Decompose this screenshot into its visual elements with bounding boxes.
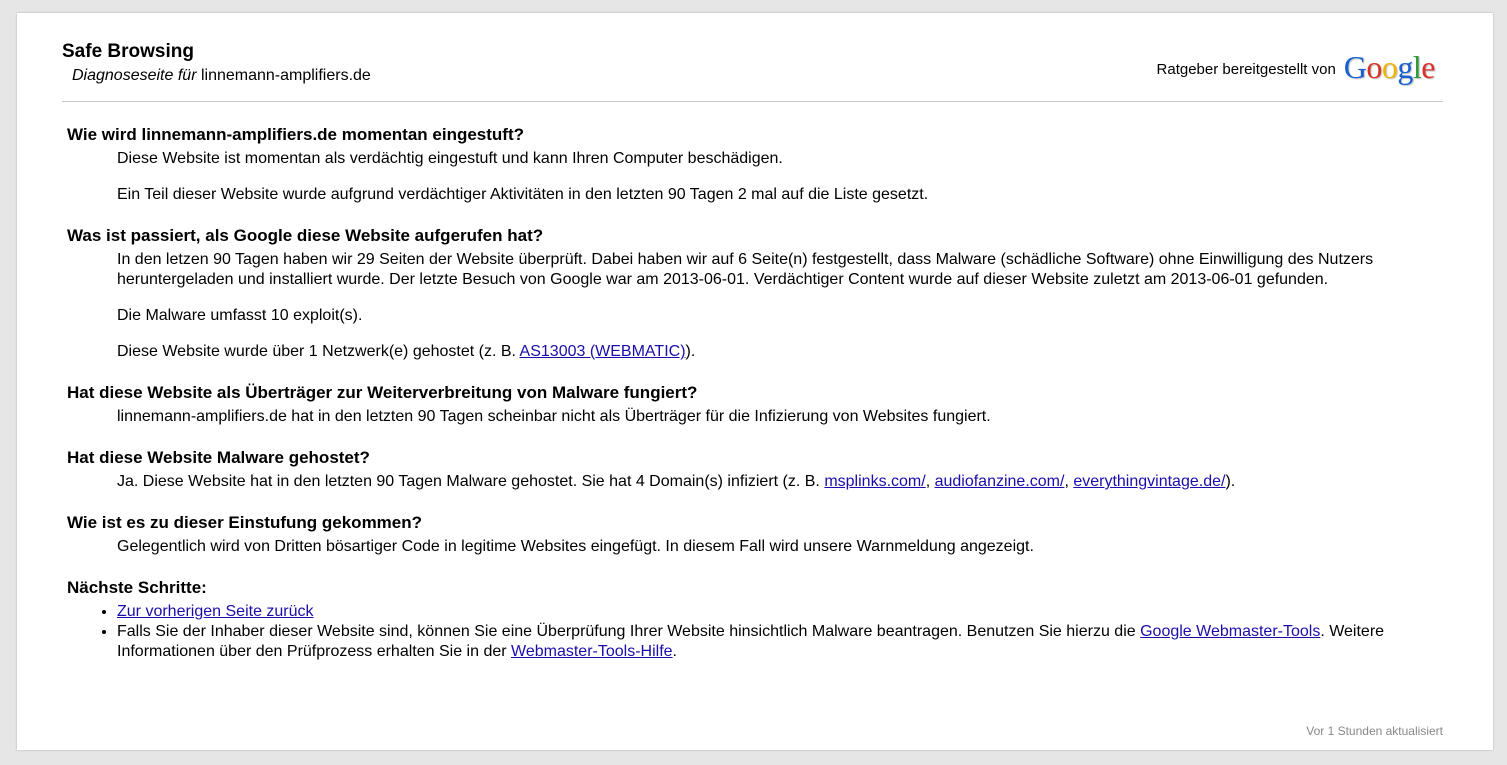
next-steps-list: Zur vorherigen Seite zurück Falls Sie de…	[67, 602, 1397, 662]
google-logo: Google	[1343, 49, 1436, 85]
diagnostic-card: Safe Browsing Diagnoseseite für linneman…	[17, 13, 1493, 750]
page-title: Safe Browsing	[62, 41, 194, 62]
section-text: linnemann-amplifiers.de hat in den letzt…	[117, 408, 991, 425]
section-heading: Hat diese Website als Überträger zur Wei…	[67, 383, 698, 402]
subtitle-domain: linnemann-amplifiers.de	[200, 67, 371, 84]
section-text: Diese Website ist momentan als verdächti…	[117, 150, 783, 167]
list-item: Falls Sie der Inhaber dieser Website sin…	[117, 622, 1397, 662]
section-text: Diese Website wurde über 1 Netzwerk(e) g…	[117, 343, 696, 360]
section-heading: Wie wird linnemann-amplifiers.de momenta…	[67, 125, 525, 144]
section-hosted-malware: Hat diese Website Malware gehostet? Ja. …	[67, 448, 1397, 492]
section-reason: Wie ist es zu dieser Einstufung gekommen…	[67, 513, 1397, 557]
section-text: Die Malware umfasst 10 exploit(s).	[117, 307, 363, 324]
last-updated: Vor 1 Stunden aktualisiert	[1306, 724, 1443, 738]
webmaster-help-link[interactable]: Webmaster-Tools-Hilfe	[511, 643, 673, 660]
domain-link-audiofanzine[interactable]: audiofanzine.com/	[935, 473, 1065, 490]
section-google-visit: Was ist passiert, als Google diese Websi…	[67, 226, 1397, 362]
section-text: In den letzen 90 Tagen haben wir 29 Seit…	[117, 251, 1374, 288]
page-header: Safe Browsing Diagnoseseite für linneman…	[62, 41, 1443, 102]
section-heading: Hat diese Website Malware gehostet?	[67, 448, 370, 467]
section-next-steps: Nächste Schritte: Zur vorherigen Seite z…	[67, 578, 1397, 662]
section-text: Gelegentlich wird von Dritten bösartiger…	[117, 538, 1034, 555]
provided-by-label: Ratgeber bereitgestellt von	[1156, 61, 1336, 78]
subtitle-prefix: Diagnoseseite für	[72, 67, 197, 84]
network-link[interactable]: AS13003 (WEBMATIC)	[520, 343, 686, 360]
section-heading: Was ist passiert, als Google diese Websi…	[67, 226, 544, 245]
section-heading: Nächste Schritte:	[67, 578, 207, 597]
webmaster-tools-link[interactable]: Google Webmaster-Tools	[1140, 623, 1320, 640]
section-text: Ja. Diese Website hat in den letzten 90 …	[117, 473, 1236, 490]
domain-link-everythingvintage[interactable]: everythingvintage.de/	[1073, 473, 1225, 490]
section-heading: Wie ist es zu dieser Einstufung gekommen…	[67, 513, 423, 532]
section-text: Ein Teil dieser Website wurde aufgrund v…	[117, 186, 929, 203]
section-intermediary: Hat diese Website als Überträger zur Wei…	[67, 383, 1397, 427]
list-item: Zur vorherigen Seite zurück	[117, 602, 1397, 622]
main-content: Wie wird linnemann-amplifiers.de momenta…	[67, 125, 1397, 683]
section-classification: Wie wird linnemann-amplifiers.de momenta…	[67, 125, 1397, 205]
page-subtitle: Diagnoseseite für linnemann-amplifiers.d…	[72, 67, 371, 85]
domain-link-msplinks[interactable]: msplinks.com/	[824, 473, 925, 490]
back-link[interactable]: Zur vorherigen Seite zurück	[117, 603, 314, 620]
provider-attribution: Ratgeber bereitgestellt von Google	[1156, 49, 1436, 86]
